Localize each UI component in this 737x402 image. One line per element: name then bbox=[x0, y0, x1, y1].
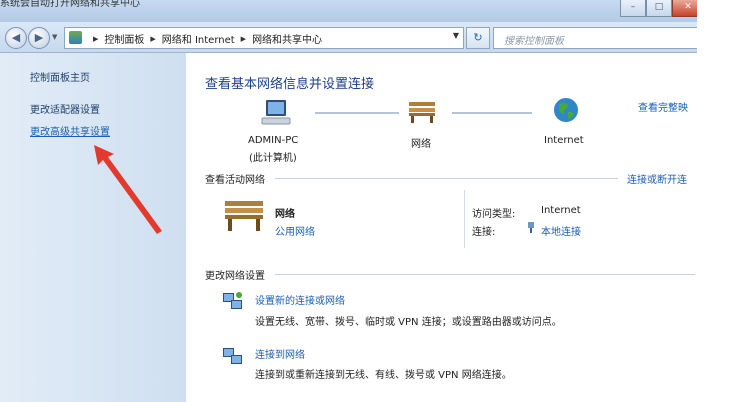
breadcrumb: ▶ 控制面板 ▶ 网络和 Internet ▶ 网络和共享中心 bbox=[87, 31, 322, 47]
top-caption: 系统会自动打开网络和共享中心 bbox=[0, 0, 140, 9]
minimize-button[interactable]: – bbox=[620, 0, 646, 17]
connect-disconnect-link[interactable]: 连接或断开连 bbox=[627, 171, 687, 186]
bench-icon bbox=[409, 102, 435, 123]
address-bar[interactable]: ▶ 控制面板 ▶ 网络和 Internet ▶ 网络和共享中心 ▼ bbox=[64, 27, 464, 49]
connect-network-icon bbox=[223, 348, 242, 364]
main-content: 查看基本网络信息并设置连接 查看完整映 ADMIN-PC (此计算机) 网络 I… bbox=[186, 53, 697, 402]
change-settings-heading: 更改网络设置 bbox=[205, 271, 265, 282]
divider bbox=[275, 274, 695, 275]
search-input[interactable]: 搜索控制面板 bbox=[493, 27, 699, 49]
breadcrumb-separator-icon[interactable]: ▶ bbox=[241, 35, 246, 43]
page-title: 查看基本网络信息并设置连接 bbox=[205, 77, 375, 92]
connection-label: 连接: bbox=[472, 227, 496, 238]
address-dropdown-icon[interactable]: ▼ bbox=[453, 31, 459, 40]
history-dropdown-icon[interactable]: ▼ bbox=[52, 33, 57, 41]
control-panel-icon bbox=[69, 31, 82, 44]
maximize-button[interactable]: □ bbox=[646, 0, 672, 17]
title-bar: 系统会自动打开网络和共享中心 – □ ✕ bbox=[0, 0, 704, 22]
view-full-map-link[interactable]: 查看完整映 bbox=[638, 99, 688, 114]
setup-new-connection-link[interactable]: 设置新的连接或网络 bbox=[255, 292, 345, 307]
breadcrumb-network-center[interactable]: 网络和共享中心 bbox=[252, 31, 322, 46]
connect-to-network-link[interactable]: 连接到网络 bbox=[255, 346, 305, 361]
node-internet-label: Internet bbox=[544, 135, 584, 146]
node-network-label: 网络 bbox=[411, 139, 431, 150]
access-type-value: Internet bbox=[541, 205, 581, 216]
outside-window bbox=[697, 0, 737, 402]
breadcrumb-control-panel[interactable]: 控制面板 bbox=[104, 31, 144, 46]
sidebar: 控制面板主页 更改适配器设置 更改高级共享设置 bbox=[0, 53, 186, 402]
refresh-button[interactable]: ↻ bbox=[466, 27, 490, 49]
network-name: 网络 bbox=[275, 209, 295, 220]
navigation-bar: ◀ ▶ ▼ ▶ 控制面板 ▶ 网络和 Internet ▶ 网络和共享中心 ▼ … bbox=[0, 22, 699, 53]
window-controls: – □ ✕ bbox=[620, 0, 704, 17]
globe-icon bbox=[554, 98, 578, 122]
connection-line bbox=[452, 112, 532, 114]
network-bench-icon bbox=[225, 201, 263, 231]
back-button[interactable]: ◀ bbox=[5, 27, 27, 49]
connect-to-network-desc: 连接到或重新连接到无线、有线、拨号或 VPN 网络连接。 bbox=[255, 370, 512, 381]
breadcrumb-separator-icon[interactable]: ▶ bbox=[93, 35, 98, 43]
node-pc-label: ADMIN-PC bbox=[248, 135, 299, 146]
breadcrumb-separator-icon[interactable]: ▶ bbox=[150, 35, 155, 43]
node-pc-sublabel: (此计算机) bbox=[249, 153, 297, 164]
active-networks-heading: 查看活动网络 bbox=[205, 175, 265, 186]
forward-button[interactable]: ▶ bbox=[28, 27, 50, 49]
computer-icon bbox=[261, 100, 291, 125]
local-connection-link[interactable]: 本地连接 bbox=[541, 223, 581, 238]
access-type-label: 访问类型: bbox=[472, 209, 516, 220]
search-placeholder: 搜索控制面板 bbox=[504, 36, 564, 47]
connection-line bbox=[315, 112, 399, 114]
red-arrow-annotation bbox=[94, 145, 162, 234]
breadcrumb-network-internet[interactable]: 网络和 Internet bbox=[162, 31, 235, 46]
ethernet-icon bbox=[528, 222, 534, 233]
public-network-link[interactable]: 公用网络 bbox=[275, 223, 315, 238]
divider bbox=[275, 178, 618, 179]
divider bbox=[464, 190, 465, 248]
setup-new-connection-desc: 设置无线、宽带、拨号、临时或 VPN 连接；或设置路由器或访问点。 bbox=[255, 317, 562, 328]
new-connection-icon bbox=[223, 292, 242, 309]
